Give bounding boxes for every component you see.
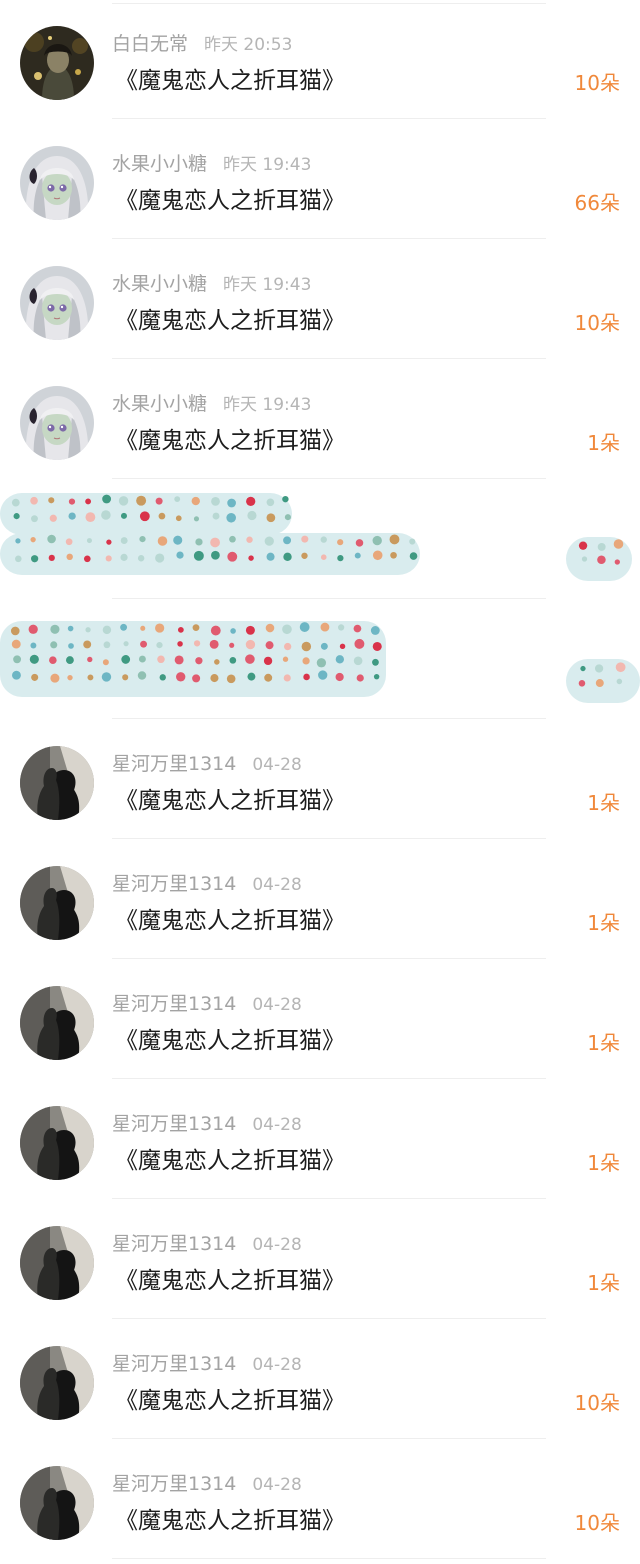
- avatar[interactable]: [20, 866, 94, 940]
- gift-work-title[interactable]: 《魔鬼恋人之折耳猫》: [115, 901, 345, 935]
- avatar[interactable]: [20, 1346, 94, 1420]
- flower-count: 1朵: [587, 1031, 620, 1055]
- sender-username[interactable]: 星河万里1314: [112, 1353, 236, 1375]
- flower-count: 1朵: [587, 791, 620, 815]
- gift-work-title[interactable]: 《魔鬼恋人之折耳猫》: [115, 1021, 345, 1055]
- sender-username[interactable]: 白白无常: [112, 33, 188, 55]
- flower-count: 1朵: [587, 911, 620, 935]
- avatar[interactable]: [20, 986, 94, 1060]
- sender-username[interactable]: 水果小小糖: [112, 393, 207, 415]
- gift-record-row[interactable]: 星河万里1314 04-28 《魔鬼恋人之折耳猫》 1朵: [0, 959, 640, 1079]
- sender-username[interactable]: 星河万里1314: [112, 873, 236, 895]
- avatar[interactable]: [20, 1466, 94, 1540]
- sender-meta: 星河万里1314 04-28: [112, 1109, 302, 1136]
- list-divider: [112, 1558, 546, 1559]
- gift-timestamp: 04-28: [252, 1475, 302, 1495]
- gift-timestamp: 昨天 19:43: [223, 275, 312, 295]
- gift-work-title[interactable]: 《魔鬼恋人之折耳猫》: [115, 781, 345, 815]
- censor-redaction-mask: [0, 621, 640, 703]
- gift-timestamp: 04-28: [252, 995, 302, 1015]
- flower-count: 10朵: [574, 1511, 620, 1535]
- censored-list-item: [0, 599, 640, 719]
- sender-meta: 白白无常 昨天 20:53: [112, 29, 292, 56]
- sender-meta: 星河万里1314 04-28: [112, 869, 302, 896]
- gift-timestamp: 04-28: [252, 755, 302, 775]
- sender-username[interactable]: 星河万里1314: [112, 1113, 236, 1135]
- gift-timestamp: 04-28: [252, 1355, 302, 1375]
- gift-work-title[interactable]: 《魔鬼恋人之折耳猫》: [115, 1141, 345, 1175]
- gift-work-title[interactable]: 《魔鬼恋人之折耳猫》: [115, 181, 345, 215]
- flower-count: 1朵: [587, 1271, 620, 1295]
- avatar[interactable]: [20, 266, 94, 340]
- gift-record-row[interactable]: 水果小小糖 昨天 19:43 《魔鬼恋人之折耳猫》 10朵: [0, 239, 640, 359]
- gift-work-title[interactable]: 《魔鬼恋人之折耳猫》: [115, 421, 345, 455]
- gift-record-row[interactable]: 水果小小糖 昨天 19:43 《魔鬼恋人之折耳猫》 66朵: [0, 119, 640, 239]
- avatar[interactable]: [20, 1106, 94, 1180]
- avatar[interactable]: [20, 26, 94, 100]
- flower-count: 10朵: [574, 71, 620, 95]
- flower-count: 10朵: [574, 1391, 620, 1415]
- gift-work-title[interactable]: 《魔鬼恋人之折耳猫》: [115, 1501, 345, 1535]
- gift-record-row[interactable]: 星河万里1314 04-28 《魔鬼恋人之折耳猫》 1朵: [0, 719, 640, 839]
- gift-timestamp: 昨天 19:43: [223, 395, 312, 415]
- gift-timestamp: 昨天 20:53: [204, 35, 293, 55]
- gift-record-list: 白白无常 昨天 20:53 《魔鬼恋人之折耳猫》 10朵 水果小小糖 昨天 19:43 《魔…: [0, 0, 640, 1564]
- sender-username[interactable]: 星河万里1314: [112, 753, 236, 775]
- sender-username[interactable]: 星河万里1314: [112, 1233, 236, 1255]
- gift-record-row[interactable]: 水果小小糖 昨天 19:43 《魔鬼恋人之折耳猫》 1朵: [0, 359, 640, 479]
- sender-meta: 水果小小糖 昨天 19:43: [112, 269, 311, 296]
- sender-meta: 星河万里1314 04-28: [112, 1229, 302, 1256]
- gift-record-row[interactable]: 星河万里1314 04-28 《魔鬼恋人之折耳猫》 1朵: [0, 1079, 640, 1199]
- avatar[interactable]: [20, 1226, 94, 1300]
- censor-redaction-mask: [0, 493, 632, 581]
- flower-count: 1朵: [587, 431, 620, 455]
- gift-record-row[interactable]: 星河万里1314 04-28 《魔鬼恋人之折耳猫》 10朵: [0, 1319, 640, 1439]
- gift-work-title[interactable]: 《魔鬼恋人之折耳猫》: [115, 61, 345, 95]
- avatar[interactable]: [20, 386, 94, 460]
- gift-timestamp: 04-28: [252, 1235, 302, 1255]
- censored-list-item: [0, 479, 640, 599]
- flower-count: 10朵: [574, 311, 620, 335]
- avatar[interactable]: [20, 146, 94, 220]
- sender-username[interactable]: 水果小小糖: [112, 273, 207, 295]
- sender-meta: 星河万里1314 04-28: [112, 749, 302, 776]
- gift-work-title[interactable]: 《魔鬼恋人之折耳猫》: [115, 1381, 345, 1415]
- sender-username[interactable]: 星河万里1314: [112, 993, 236, 1015]
- flower-count: 1朵: [587, 1151, 620, 1175]
- gift-record-row[interactable]: 星河万里1314 04-28 《魔鬼恋人之折耳猫》 1朵: [0, 1199, 640, 1319]
- sender-meta: 水果小小糖 昨天 19:43: [112, 149, 311, 176]
- sender-meta: 水果小小糖 昨天 19:43: [112, 389, 311, 416]
- sender-username[interactable]: 星河万里1314: [112, 1473, 236, 1495]
- gift-work-title[interactable]: 《魔鬼恋人之折耳猫》: [115, 301, 345, 335]
- sender-meta: 星河万里1314 04-28: [112, 989, 302, 1016]
- avatar[interactable]: [20, 746, 94, 820]
- sender-meta: 星河万里1314 04-28: [112, 1469, 302, 1496]
- sender-meta: 星河万里1314 04-28: [112, 1349, 302, 1376]
- gift-timestamp: 昨天 19:43: [223, 155, 312, 175]
- sender-username[interactable]: 水果小小糖: [112, 153, 207, 175]
- gift-timestamp: 04-28: [252, 875, 302, 895]
- gift-timestamp: 04-28: [252, 1115, 302, 1135]
- flower-count: 66朵: [574, 191, 620, 215]
- gift-record-row[interactable]: 星河万里1314 04-28 《魔鬼恋人之折耳猫》 10朵: [0, 1439, 640, 1559]
- gift-work-title[interactable]: 《魔鬼恋人之折耳猫》: [115, 1261, 345, 1295]
- gift-record-row[interactable]: 星河万里1314 04-28 《魔鬼恋人之折耳猫》 1朵: [0, 839, 640, 959]
- gift-record-row[interactable]: 白白无常 昨天 20:53 《魔鬼恋人之折耳猫》 10朵: [0, 0, 640, 119]
